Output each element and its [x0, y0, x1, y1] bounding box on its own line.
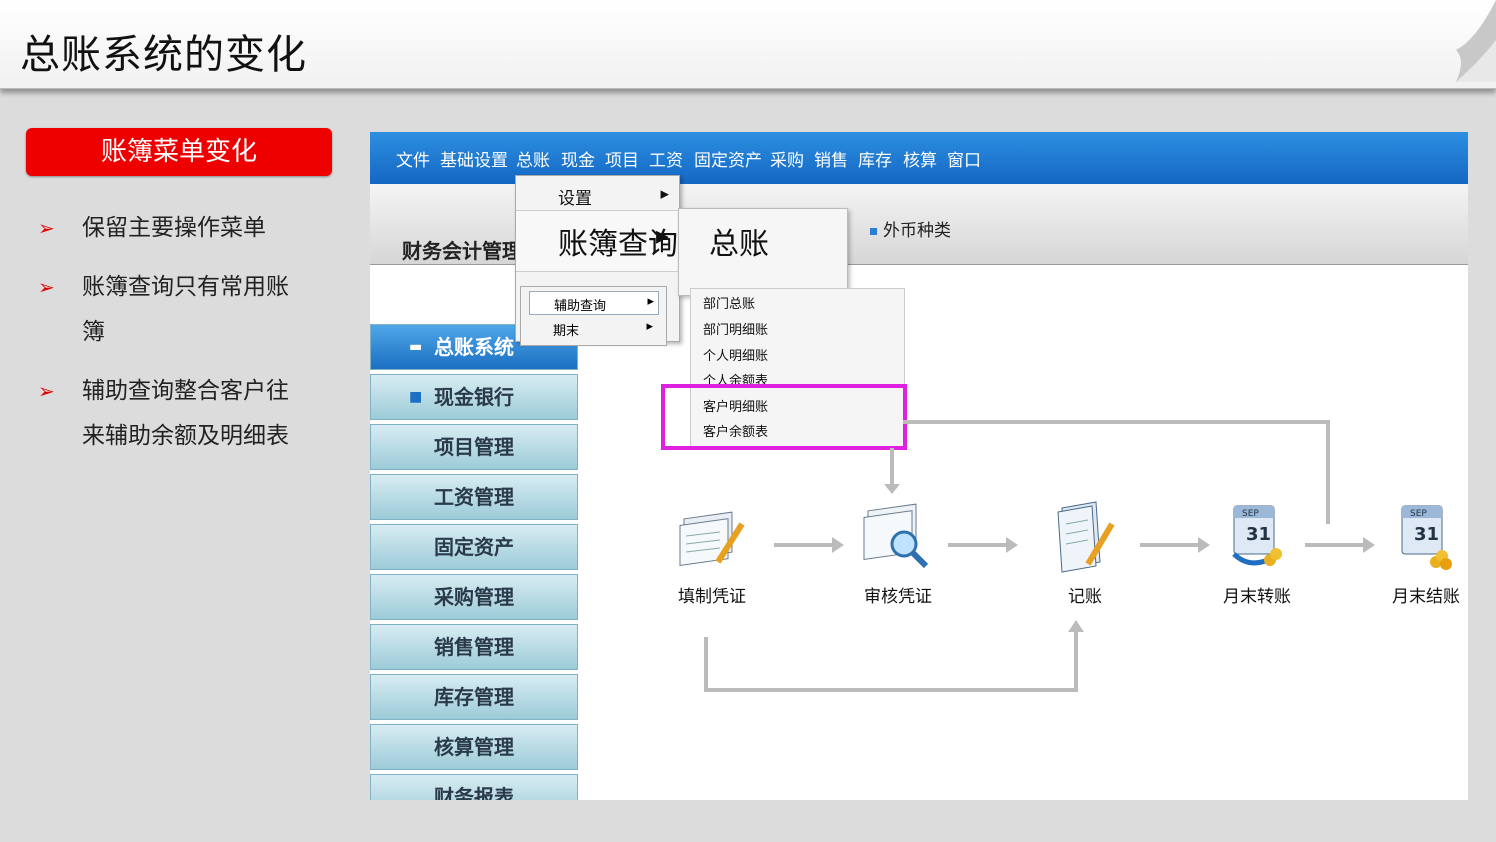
arrow-bullet-icon: ➢ — [38, 275, 55, 299]
calendar-close-icon: SEP 31 — [1401, 505, 1452, 570]
arrow-bullet-icon: ➢ — [38, 379, 55, 403]
ledger-menu-change-button[interactable]: 账簿菜单变化 — [26, 128, 332, 176]
title-bar: 总账系统的变化 — [0, 0, 1496, 89]
bullet-item: ➢ 保留主要操作菜单 — [38, 206, 338, 251]
flow-label-voucher-entry[interactable]: 填制凭证 — [678, 582, 746, 607]
calendar-month-text: SEP — [1410, 509, 1427, 519]
calendar-day-text: 31 — [1414, 524, 1439, 545]
calendar-day-text: 31 — [1246, 524, 1271, 545]
calendar-transfer-icon: SEP 31 — [1232, 505, 1282, 566]
flow-label-voucher-review[interactable]: 审核凭证 — [864, 582, 932, 607]
arrow-bullet-icon: ➢ — [38, 216, 55, 240]
bullet-text-cont: 来辅助余额及明细表 — [82, 423, 289, 449]
slide-title: 总账系统的变化 — [20, 32, 307, 78]
page-curl-decoration — [1456, 0, 1496, 82]
bullet-list: ➢ 保留主要操作菜单 ➢ 账簿查询只有常用账 簿 ➢ 辅助查询整合客户往 来辅助… — [38, 206, 338, 473]
app-screenshot: 文件 基础设置 总账 现金 项目 工资 固定资产 采购 销售 库存 核算 窗口 … — [370, 132, 1468, 800]
bullet-text-cont: 簿 — [82, 319, 105, 345]
bullet-item: ➢ 账簿查询只有常用账 簿 — [38, 265, 338, 355]
bullet-text: 辅助查询整合客户往 — [82, 378, 289, 404]
posting-icon — [1057, 501, 1115, 573]
slide: 总账系统的变化 账簿菜单变化 ➢ 保留主要操作菜单 ➢ 账簿查询只有常用账 簿 … — [0, 0, 1496, 842]
voucher-entry-icon — [679, 511, 745, 567]
bullet-text: 保留主要操作菜单 — [82, 215, 266, 241]
flow-label-month-end-close[interactable]: 月末结账 — [1392, 582, 1460, 607]
flow-label-posting[interactable]: 记账 — [1068, 582, 1102, 607]
flow-label-month-end-transfer[interactable]: 月末转账 — [1223, 582, 1291, 607]
bullet-item: ➢ 辅助查询整合客户往 来辅助余额及明细表 — [38, 369, 338, 459]
voucher-review-icon — [863, 503, 929, 569]
calendar-month-text: SEP — [1242, 509, 1259, 519]
flow-connectors — [704, 420, 1375, 692]
bullet-text: 账簿查询只有常用账 — [82, 274, 289, 300]
